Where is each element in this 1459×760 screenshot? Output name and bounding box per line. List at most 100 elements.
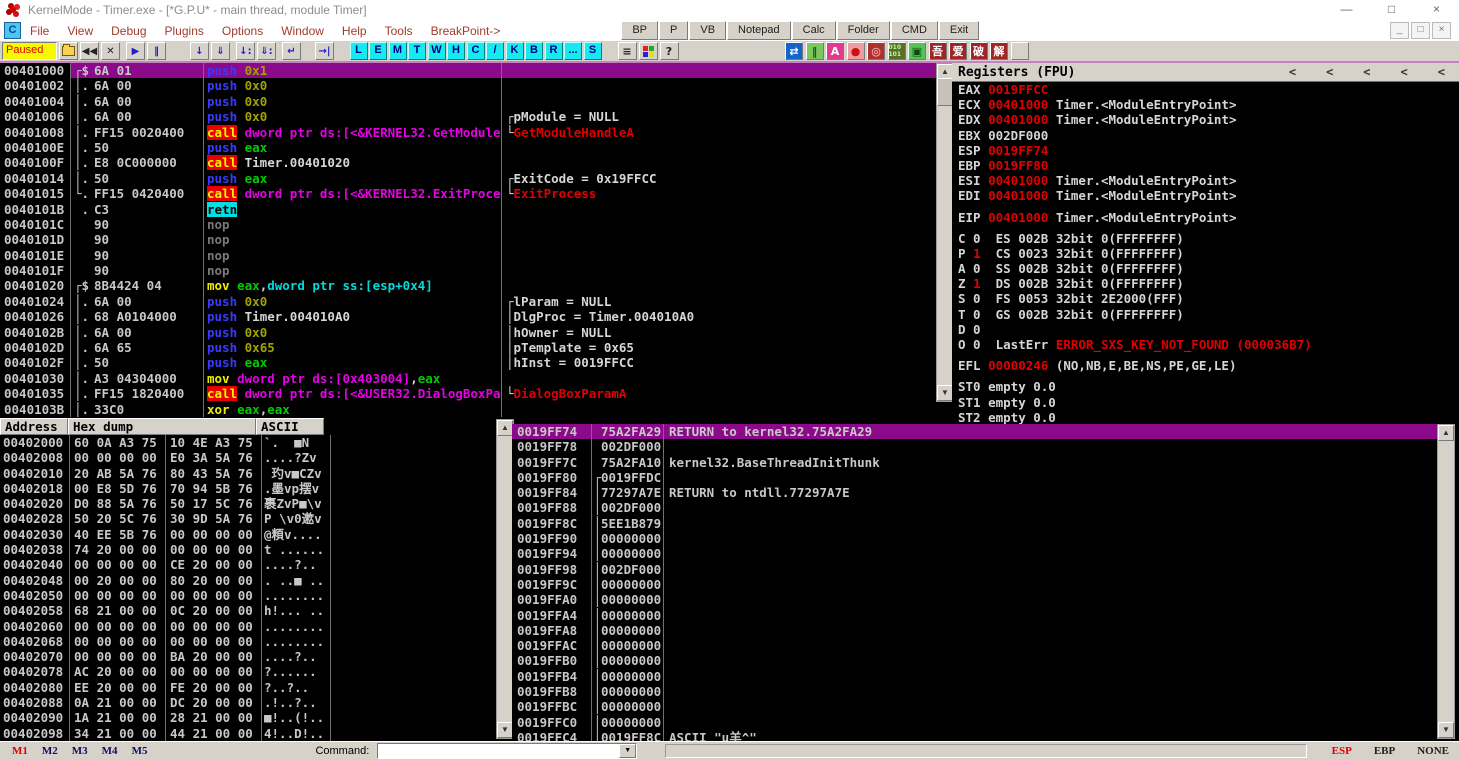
spiral-target-button[interactable]: ◎ — [867, 42, 885, 60]
register-line[interactable]: EBX 002DF000 — [952, 128, 1459, 143]
stack-row[interactable]: 0019FFA4│00000000 — [512, 608, 1437, 623]
panel-button-item[interactable]: ... — [564, 42, 582, 60]
stack-scrollbar[interactable]: ▲ ▼ — [1437, 424, 1455, 739]
chevron-left-icon[interactable]: < — [1438, 65, 1445, 79]
panel-button-e[interactable]: E — [369, 42, 387, 60]
register-line[interactable]: EIP 00401000 Timer.<ModuleEntryPoint> — [952, 210, 1459, 225]
panel-button-b[interactable]: B — [525, 42, 543, 60]
disasm-row[interactable]: 00401030│.A3 04304000mov dword ptr ds:[0… — [0, 371, 936, 386]
disasm-row[interactable]: 0040100F│.E8 0C000000call Timer.00401020 — [0, 155, 936, 170]
close-debuggee-button[interactable]: ✕ — [101, 42, 120, 60]
hexdump-col-address[interactable]: Address — [0, 418, 68, 435]
disasm-row[interactable]: 00401008│.FF15 0020400call dword ptr ds:… — [0, 125, 936, 140]
stack-row[interactable]: 0019FFB8│00000000 — [512, 684, 1437, 699]
quick-button-notepad[interactable]: Notepad — [727, 21, 791, 40]
stack-row[interactable]: 0019FF84│77297A7ERETURN to ntdll.77297A7… — [512, 485, 1437, 500]
appearance-button[interactable] — [639, 42, 658, 60]
panel-button-h[interactable]: H — [447, 42, 465, 60]
blank-button[interactable] — [1011, 42, 1029, 60]
hexdump-row[interactable]: 0040202850 20 5C 7630 9D 5A 76P \v0遬v — [0, 511, 496, 526]
stack-row[interactable]: 0019FFB0│00000000 — [512, 653, 1437, 668]
register-line[interactable]: Z 1 DS 002B 32bit 0(FFFFFFFF) — [952, 276, 1459, 291]
scroll-down-icon[interactable]: ▼ — [1438, 722, 1454, 738]
disasm-row[interactable]: 0040102F│.50push eax│hInst = 0019FFCC — [0, 355, 936, 370]
disasm-row[interactable]: 0040100E│.50push eax — [0, 140, 936, 155]
stack-row[interactable]: 0019FFA8│00000000 — [512, 623, 1437, 638]
hexdump-row[interactable]: 0040204800 20 00 0080 20 00 00. ..■ .. — [0, 573, 496, 588]
stack-row[interactable]: 0019FF88│002DF000 — [512, 500, 1437, 515]
disasm-row[interactable]: 0040101B .C3retn — [0, 202, 936, 217]
close-icon[interactable]: × — [1414, 0, 1459, 20]
panel-button-m[interactable]: M — [389, 42, 407, 60]
animate-into-button[interactable]: ↓: — [236, 42, 255, 60]
menu-file[interactable]: File — [21, 24, 58, 38]
panel-button-t[interactable]: T — [408, 42, 426, 60]
stack-row[interactable]: 0019FF9C│00000000 — [512, 577, 1437, 592]
quick-button-p[interactable]: P — [659, 21, 688, 40]
hexdump-row[interactable]: 0040204000 00 00 00CE 20 00 00....?.. — [0, 557, 496, 572]
swap-arrows-button[interactable]: ⇄ — [785, 42, 803, 60]
register-line[interactable]: EDX 00401000 Timer.<ModuleEntryPoint> — [952, 112, 1459, 127]
restore-icon[interactable]: □ — [1369, 0, 1414, 20]
hexdump-row[interactable]: 00402020D0 88 5A 7650 17 5C 76裹ZvP■\v — [0, 496, 496, 511]
quick-button-calc[interactable]: Calc — [792, 21, 836, 40]
stack-row[interactable]: 0019FFC0│00000000 — [512, 715, 1437, 730]
panel-button-slash[interactable]: / — [486, 42, 504, 60]
statusbar-esp[interactable]: ESP — [1332, 745, 1352, 757]
stack-row[interactable]: 0019FF90│00000000 — [512, 531, 1437, 546]
command-input[interactable]: ▼ — [377, 743, 637, 759]
disasm-row[interactable]: 0040101F90nop — [0, 263, 936, 278]
wu-button[interactable]: 吾 — [929, 42, 947, 60]
register-line[interactable]: C 0 ES 002B 32bit 0(FFFFFFFF) — [952, 231, 1459, 246]
memory-button-m5[interactable]: M5 — [132, 745, 148, 757]
execute-till-return-button[interactable]: ↵ — [282, 42, 301, 60]
quick-button-cmd[interactable]: CMD — [891, 21, 938, 40]
register-line[interactable]: T 0 GS 002B 32bit 0(FFFFFFFF) — [952, 307, 1459, 322]
minimize-icon[interactable]: — — [1324, 0, 1369, 20]
register-line[interactable]: ESI 00401000 Timer.<ModuleEntryPoint> — [952, 173, 1459, 188]
register-line[interactable]: ESP 0019FF74 — [952, 143, 1459, 158]
chevron-left-icon[interactable]: < — [1401, 65, 1408, 79]
hexdump-row[interactable]: 0040206800 00 00 0000 00 00 00........ — [0, 634, 496, 649]
disasm-row[interactable]: 0040101E90nop — [0, 248, 936, 263]
hexdump-pane[interactable]: Address Hex dump ASCII 0040200060 0A A3 … — [0, 418, 496, 741]
green-window-button[interactable]: ▣ — [908, 42, 926, 60]
register-line[interactable]: ST1 empty 0.0 — [952, 395, 1459, 410]
stack-row[interactable]: 0019FF8C│5EE1B879 — [512, 516, 1437, 531]
disasm-row[interactable]: 00401006│.6A 00push 0x0┌pModule = NULL — [0, 109, 936, 124]
register-line[interactable]: EFL 00000246 (NO,NB,E,BE,NS,PE,GE,LE) — [952, 358, 1459, 373]
mdi-close-icon[interactable]: × — [1432, 22, 1451, 39]
stack-row[interactable]: 0019FF78002DF000 — [512, 439, 1437, 454]
chevron-left-icon[interactable]: < — [1289, 65, 1296, 79]
register-line[interactable]: S 0 FS 0053 32bit 2E2000(FFF) — [952, 291, 1459, 306]
hexdump-row[interactable]: 0040203874 20 00 0000 00 00 00t ...... — [0, 542, 496, 557]
record-dot-button[interactable]: ● — [847, 42, 865, 60]
register-line[interactable]: ST2 empty 0.0 — [952, 410, 1459, 424]
panel-button-s[interactable]: S — [584, 42, 602, 60]
disasm-row[interactable]: 00401000┌$6A 01push 0x1 — [0, 63, 936, 78]
windows-list-button[interactable]: ≡ — [618, 42, 637, 60]
menu-breakpoint[interactable]: BreakPoint-> — [422, 24, 510, 38]
menu-help[interactable]: Help — [333, 24, 376, 38]
registers-chevrons[interactable]: <<<<< — [1259, 65, 1445, 79]
ai-button[interactable]: 爱 — [949, 42, 967, 60]
scroll-thumb[interactable] — [937, 78, 953, 106]
hexdump-row[interactable]: 0040205000 00 00 0000 00 00 00........ — [0, 588, 496, 603]
scroll-up-icon[interactable]: ▲ — [497, 420, 513, 436]
disasm-row[interactable]: 0040102B│.6A 00push 0x0│hOwner = NULL — [0, 325, 936, 340]
stack-row[interactable]: 0019FF98│002DF000 — [512, 562, 1437, 577]
quick-button-bp[interactable]: BP — [621, 21, 658, 40]
hexdump-row[interactable]: 0040201800 E8 5D 7670 94 5B 76.墨vp摆v — [0, 481, 496, 496]
hexdump-row[interactable]: 0040209834 21 00 0044 21 00 004!..D!.. — [0, 726, 496, 741]
restart-button[interactable]: ◀◀ — [80, 42, 99, 60]
disasm-row[interactable]: 00401004│.6A 00push 0x0 — [0, 94, 936, 109]
menu-view[interactable]: View — [58, 24, 102, 38]
panel-button-c[interactable]: C — [467, 42, 485, 60]
disasm-row[interactable]: 0040101D90nop — [0, 232, 936, 247]
chevron-left-icon[interactable]: < — [1326, 65, 1333, 79]
quick-button-exit[interactable]: Exit — [939, 21, 979, 40]
animate-over-button[interactable]: ⇓: — [257, 42, 276, 60]
stack-row[interactable]: 0019FFBC│00000000 — [512, 699, 1437, 714]
disasm-row[interactable]: 00401020┌$8B4424 04mov eax,dword ptr ss:… — [0, 278, 936, 293]
disassembly-pane[interactable]: 00401000┌$6A 01push 0x100401002│.6A 00pu… — [0, 63, 936, 418]
